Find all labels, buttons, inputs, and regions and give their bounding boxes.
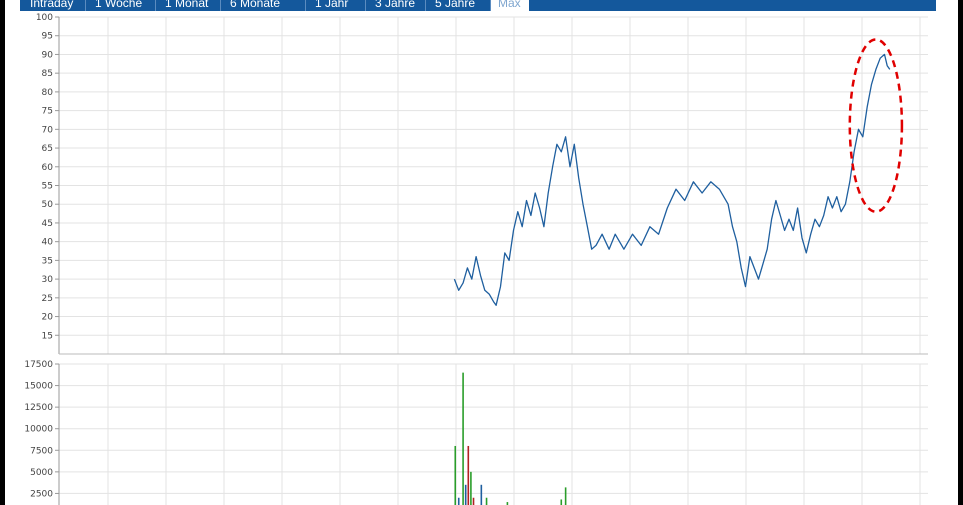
volume-y-tick-label: 12500 — [24, 403, 53, 413]
volume-bar — [457, 497, 460, 505]
price-y-tick-label: 70 — [42, 125, 54, 135]
volume-y-tick-label: 2500 — [30, 489, 53, 499]
price-y-tick-label: 100 — [36, 13, 53, 23]
volume-bar — [560, 499, 563, 505]
volume-bar — [467, 445, 470, 505]
price-y-tick-label: 90 — [42, 50, 54, 60]
price-panel: 15 20 25 30 35 40 45 50 55 60 65 70 75 80 85 90 95 100 — [36, 13, 928, 355]
price-y-tick-label: 80 — [42, 88, 54, 98]
volume-y-tick-label: 10000 — [24, 425, 53, 435]
volume-y-tick-label: 17500 — [24, 360, 53, 370]
volume-bar — [480, 484, 483, 505]
volume-bar — [464, 484, 467, 505]
volume-y-tick-label: 7500 — [30, 446, 53, 456]
price-y-tick-label: 35 — [42, 256, 53, 266]
price-y-tick-label: 65 — [42, 144, 53, 154]
price-y-tick-label: 75 — [42, 107, 53, 117]
price-y-tick-label: 95 — [42, 32, 53, 42]
volume-bar — [470, 471, 472, 505]
volume-bar — [472, 497, 475, 505]
stock-chart: 15 20 25 30 35 40 45 50 55 60 65 70 75 80 85 90 95 100 25… — [24, 13, 928, 505]
price-y-tick-label: 55 — [42, 182, 53, 192]
volume-y-tick-label: 5000 — [30, 468, 53, 478]
volume-bar — [564, 487, 567, 505]
price-y-tick-label: 20 — [42, 313, 54, 323]
price-y-tick-label: 85 — [42, 69, 53, 79]
volume-bar — [454, 445, 457, 505]
price-y-tick-label: 15 — [42, 331, 53, 341]
price-y-tick-label: 60 — [42, 163, 54, 173]
price-y-tick-label: 50 — [42, 200, 54, 210]
price-y-tick-label: 30 — [42, 275, 54, 285]
price-y-tick-label: 25 — [42, 294, 53, 304]
price-y-tick-label: 45 — [42, 219, 53, 229]
volume-panel: 2500 5000 7500 10000 12500 15000 17500 — [24, 360, 928, 505]
volume-bar — [485, 497, 488, 505]
volume-y-tick-label: 15000 — [24, 382, 53, 392]
volume-bar — [462, 372, 464, 505]
price-y-tick-label: 40 — [42, 238, 54, 248]
